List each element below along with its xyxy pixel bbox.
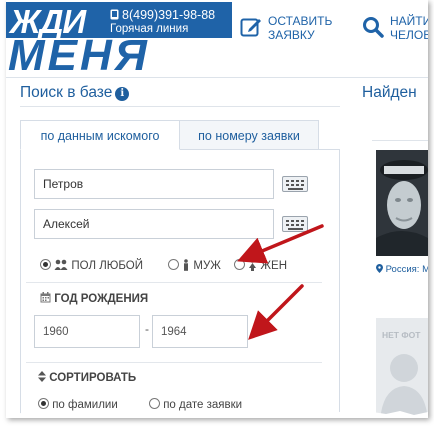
phone-number[interactable]: 8(499)391-98-88 (110, 8, 215, 22)
find-line2: ЧЕЛОВ (390, 28, 428, 42)
gender-male-option[interactable]: МУЖ (168, 259, 221, 272)
page-frame: ЖДИ 8(499)391-98-88 Горячая линия МЕНЯ О… (6, 0, 428, 418)
search-section-title: Поиск в базе i (20, 84, 130, 102)
person-silhouette-icon (380, 354, 428, 418)
phone-icon (110, 9, 119, 20)
person-location: Россия: Мо (376, 264, 428, 275)
divider (26, 282, 322, 283)
female-icon (249, 259, 257, 271)
gender-female-option[interactable]: ЖЕН (234, 259, 287, 272)
person-photo[interactable] (376, 150, 428, 256)
logo-bottom-text[interactable]: МЕНЯ (8, 34, 150, 78)
submit-request-link[interactable]: ОСТАВИТЬ ЗАЯВКУ (240, 14, 332, 42)
last-name-input[interactable] (34, 169, 274, 199)
person-photo-image (376, 150, 428, 256)
location-pin-icon (376, 264, 383, 273)
header-divider (6, 77, 428, 78)
search-icon (363, 17, 384, 38)
title-divider (20, 106, 340, 107)
sort-label: СОРТИРОВАТЬ (38, 371, 136, 384)
gender-any-option[interactable]: ПОЛ ЛЮБОЙ (40, 259, 143, 272)
sort-text: СОРТИРОВАТЬ (49, 372, 137, 384)
calendar-icon (40, 292, 51, 303)
submit-line1: ОСТАВИТЬ (268, 14, 333, 28)
keyboard-icon[interactable] (282, 216, 308, 232)
torn-edge (6, 411, 428, 418)
search-title-text: Поиск в базе (20, 84, 113, 101)
gender-male-label: МУЖ (193, 260, 221, 272)
birth-year-to-input[interactable] (152, 315, 248, 348)
birth-year-from-input[interactable] (34, 315, 140, 348)
keyboard-icon[interactable] (282, 176, 308, 192)
year-range-separator: - (145, 322, 149, 336)
no-photo-placeholder[interactable]: НЕТ ФОТ (376, 318, 428, 418)
find-line1: НАЙТИ (390, 14, 428, 28)
right-divider (372, 140, 428, 141)
birth-year-label: ГОД РОЖДЕНИЯ (40, 292, 148, 305)
no-photo-text: НЕТ ФОТ (382, 330, 421, 340)
phone-text: 8(499)391-98-88 (122, 8, 216, 22)
birth-year-text: ГОД РОЖДЕНИЯ (54, 293, 149, 305)
gender-any-label: ПОЛ ЛЮБОЙ (71, 260, 144, 272)
gender-female-label: ЖЕН (260, 260, 287, 272)
sort-icon (38, 371, 46, 382)
find-person-link[interactable]: НАЙТИ ЧЕЛОВ (362, 14, 428, 42)
radio-unselected[interactable] (168, 259, 179, 270)
edit-icon (240, 18, 261, 37)
radio-unselected[interactable] (234, 259, 245, 270)
tab-by-request-number[interactable]: по номеру заявки (179, 120, 319, 150)
found-section-title: Найден (362, 84, 417, 101)
male-icon (184, 259, 189, 271)
info-icon[interactable]: i (115, 87, 130, 101)
radio-selected[interactable] (40, 259, 51, 270)
first-name-input[interactable] (34, 209, 274, 239)
people-icon (54, 259, 68, 270)
site-header: ЖДИ 8(499)391-98-88 Горячая линия МЕНЯ О… (6, 0, 428, 78)
person-location-text: Россия: Мо (385, 264, 428, 275)
submit-line2: ЗАЯВКУ (268, 28, 315, 42)
tab-by-person-data[interactable]: по данным искомого (20, 120, 180, 150)
divider (26, 362, 322, 363)
